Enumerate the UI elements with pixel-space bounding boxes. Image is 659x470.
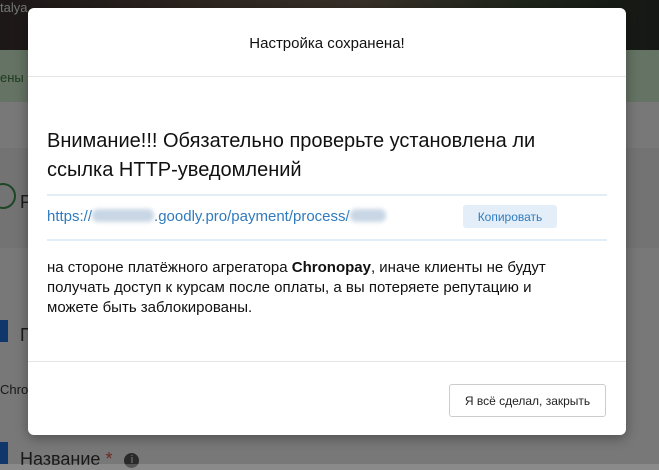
message-before: на стороне платёжного агрегатора: [47, 259, 292, 276]
url-path: .goodly.pro/payment/process/: [154, 208, 350, 225]
warning-heading: Внимание!!! Обязательно проверьте устано…: [47, 130, 536, 181]
notification-url-row: https:// .goodly.pro/payment/process/ Коп…: [47, 194, 607, 241]
aggregator-name: Chronopay: [291, 259, 371, 276]
url-redacted-subdomain: [92, 209, 155, 222]
warning-message: на стороне платёжного агрегатора Chronop…: [47, 258, 587, 318]
notification-url[interactable]: https:// .goodly.pro/payment/process/: [47, 208, 386, 225]
modal-footer: Я всё сделал, закрыть: [28, 361, 626, 435]
close-button[interactable]: Я всё сделал, закрыть: [449, 384, 606, 417]
url-prefix: https://: [47, 208, 93, 225]
modal-header: Настройка сохранена!: [28, 8, 626, 77]
url-redacted-id: [349, 209, 386, 222]
modal-title: Настройка сохранена!: [249, 35, 405, 52]
modal-dialog: Настройка сохранена! Внимание!!! Обязате…: [28, 8, 626, 435]
copy-button[interactable]: Копировать: [463, 205, 557, 228]
